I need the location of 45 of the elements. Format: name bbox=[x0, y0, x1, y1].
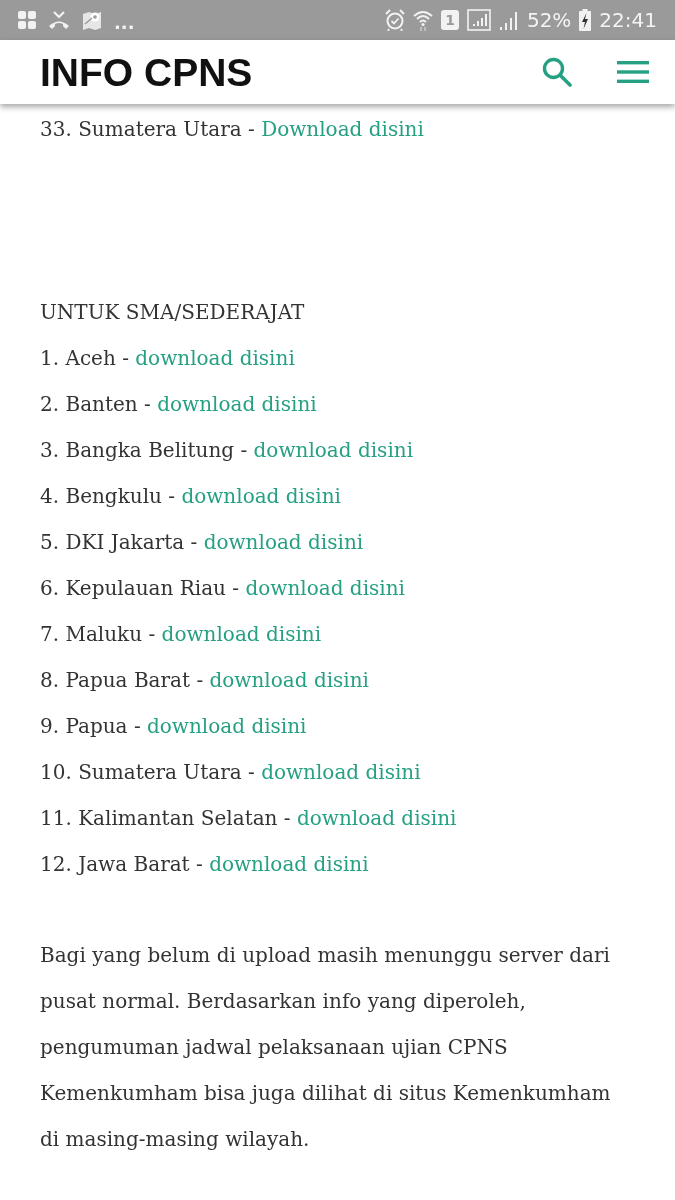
list-item-text: 1. Aceh - download disini bbox=[40, 345, 296, 372]
battery-charging-icon bbox=[579, 9, 592, 31]
list-item-text: 6. Kepulauan Riau - download disini bbox=[40, 575, 406, 602]
download-link[interactable]: download disini bbox=[245, 576, 405, 600]
download-link[interactable]: Download disini bbox=[261, 117, 424, 141]
list-item-text: 7. Maluku - download disini bbox=[40, 621, 323, 648]
download-link[interactable]: download disini bbox=[261, 760, 421, 784]
list-item-text: 3. Bangka Belitung - download disini bbox=[40, 437, 415, 464]
list-item-text: 8. Papua Barat - download disini bbox=[40, 667, 371, 694]
download-link[interactable]: download disini bbox=[209, 852, 369, 876]
battery-percent-text: 52% bbox=[526, 10, 572, 30]
list-item-text: 2. Banten - download disini bbox=[40, 391, 318, 418]
download-link[interactable]: download disini bbox=[253, 438, 414, 462]
download-link[interactable]: download disini bbox=[135, 346, 295, 370]
signal-strength-icon bbox=[498, 10, 519, 30]
list-item-text: 10. Sumatera Utara - download disini bbox=[40, 759, 422, 786]
missed-call-icon bbox=[48, 11, 70, 29]
site-title[interactable]: INFO CPNS bbox=[40, 52, 253, 92]
list-item-text: 5. DKI Jakarta - download disini bbox=[40, 529, 365, 556]
list-item-text: 11. Kalimantan Selatan - download disini bbox=[40, 805, 458, 832]
download-link[interactable]: download disini bbox=[147, 714, 307, 738]
section-heading: UNTUK SMA/SEDERAJAT bbox=[40, 299, 306, 326]
download-link[interactable]: download disini bbox=[157, 392, 317, 416]
list-item-text: 4. Bengkulu - download disini bbox=[40, 483, 342, 510]
signal-strength-boxed-icon bbox=[466, 9, 491, 31]
download-link[interactable]: download disini bbox=[181, 484, 341, 508]
more-notifications-text: ... bbox=[114, 14, 135, 32]
download-link[interactable]: download disini bbox=[209, 668, 370, 692]
download-link[interactable]: download disini bbox=[203, 530, 364, 554]
search-button[interactable] bbox=[542, 57, 572, 87]
sim-slot-badge: 1 bbox=[441, 10, 459, 30]
menu-icon bbox=[617, 61, 649, 83]
article-paragraph: Bagi yang belum di upload masih menunggu server dari pusat normal. Berdasarkan info yang diperoleh, pengumuman jadwal pelaksanaan ujian CPNS Kemenkumham bisa juga dilihat di situs Kemenkumham di masing-masing wilayah. bbox=[40, 942, 612, 1153]
search-icon bbox=[542, 57, 572, 87]
app-grid-icon bbox=[18, 11, 36, 29]
wifi-icon bbox=[413, 9, 434, 31]
menu-button[interactable] bbox=[617, 61, 649, 83]
clock-time: 22:41 bbox=[599, 10, 657, 30]
list-item-text: 9. Papua - download disini bbox=[40, 713, 308, 740]
list-item-text: 33. Sumatera Utara - Download disini bbox=[40, 116, 425, 143]
download-link[interactable]: download disini bbox=[161, 622, 322, 646]
download-link[interactable]: download disini bbox=[296, 806, 457, 830]
alarm-clock-icon bbox=[385, 9, 406, 31]
map-pin-icon bbox=[82, 10, 102, 30]
list-item-text: 12. Jawa Barat - download disini bbox=[40, 851, 370, 878]
